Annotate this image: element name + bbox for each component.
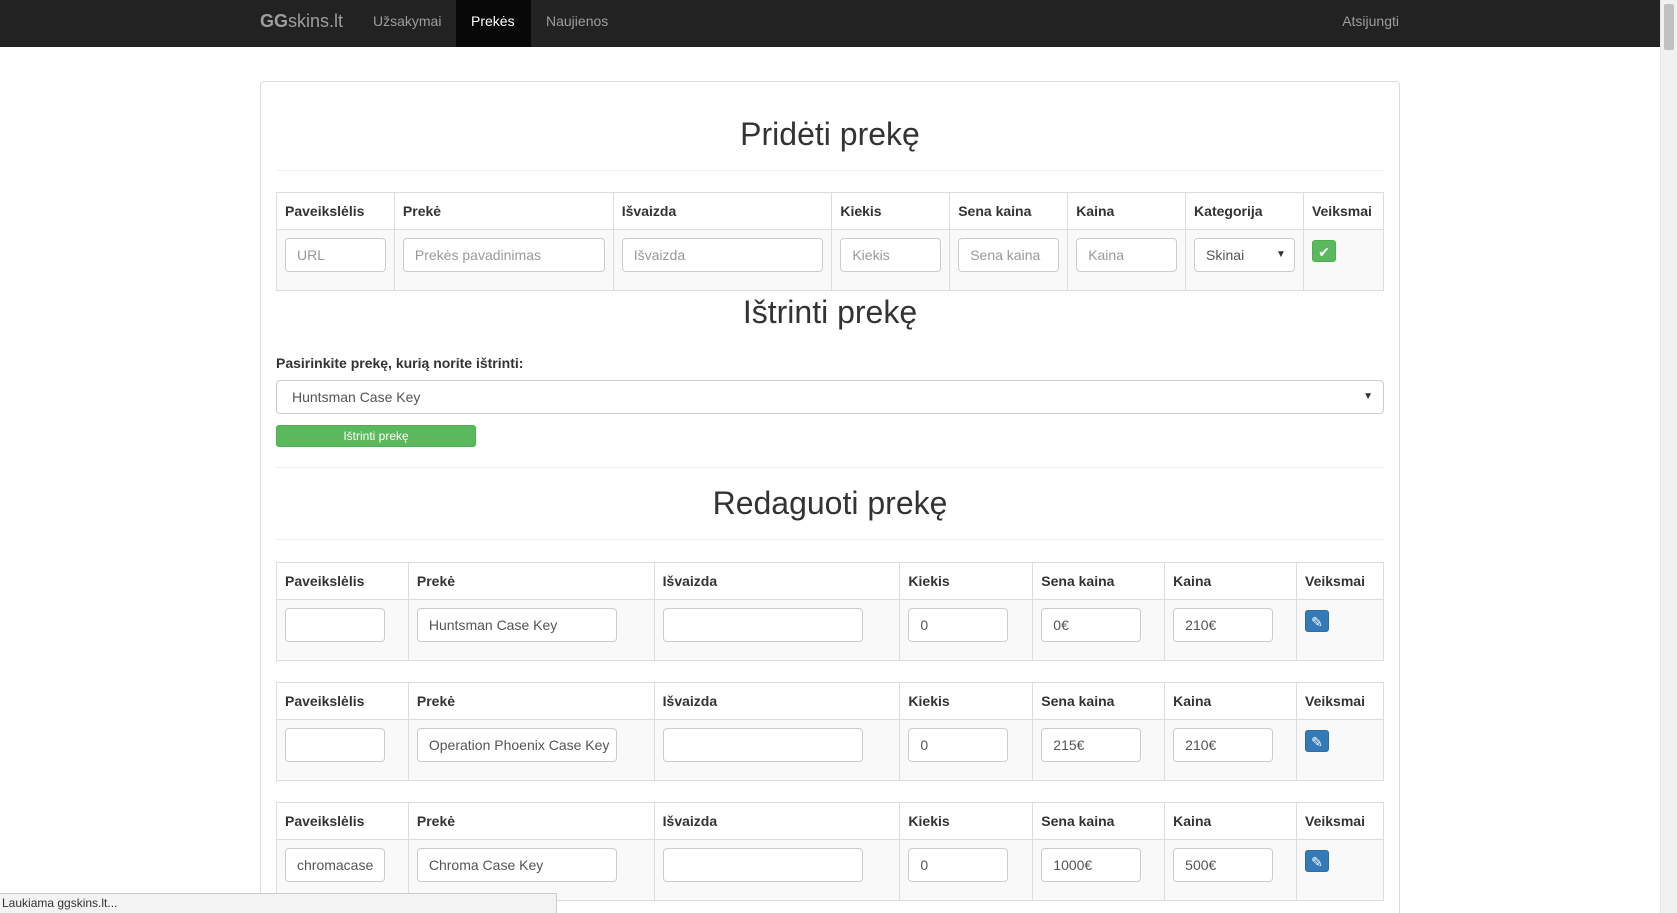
pencil-icon: ✎ bbox=[1311, 734, 1323, 750]
edit-old-price-input[interactable]: 1000€ bbox=[1041, 848, 1142, 882]
add-product-row: URL Prekės pavadinimas Išvaizda Kiekis S… bbox=[276, 229, 1385, 291]
add-product-button[interactable]: ✔ bbox=[1311, 240, 1336, 262]
col-header-appearance: Išvaizda bbox=[612, 192, 833, 230]
col-header-old-price: Sena kaina bbox=[1032, 562, 1166, 600]
col-header-appearance: Išvaizda bbox=[653, 802, 901, 840]
edit-image-input[interactable] bbox=[285, 608, 385, 642]
edit-appearance-input[interactable] bbox=[662, 848, 863, 882]
brand-logo[interactable]: GGskins.lt bbox=[260, 0, 343, 47]
col-header-image: Paveikslėlis bbox=[276, 192, 395, 230]
navbar: GGskins.lt Užsakymai Prekės Naujienos At… bbox=[0, 0, 1660, 47]
caret-down-icon: ▼ bbox=[1276, 249, 1286, 260]
col-header-product: Prekė bbox=[407, 682, 655, 720]
edit-product-button[interactable]: ✎ bbox=[1305, 730, 1330, 752]
col-header-product: Prekė bbox=[393, 192, 614, 230]
col-header-image: Paveikslėlis bbox=[276, 682, 409, 720]
check-icon: ✔ bbox=[1318, 244, 1330, 260]
col-header-image: Paveikslėlis bbox=[276, 562, 409, 600]
col-header-old-price: Sena kaina bbox=[949, 192, 1069, 230]
col-header-category: Kategorija bbox=[1185, 192, 1304, 230]
edit-image-input[interactable]: chromacase bbox=[285, 848, 385, 882]
edit-product-row: chromacase Chroma Case Key 0 1000€ 500€ … bbox=[276, 839, 1384, 901]
divider bbox=[276, 170, 1384, 171]
col-header-appearance: Išvaizda bbox=[653, 562, 901, 600]
scrollbar-thumb[interactable] bbox=[1664, 4, 1674, 50]
col-header-image: Paveikslėlis bbox=[276, 802, 409, 840]
edit-product-button[interactable]: ✎ bbox=[1305, 850, 1330, 872]
col-header-quantity: Kiekis bbox=[899, 682, 1034, 720]
category-select[interactable]: Skinai ▼ bbox=[1194, 238, 1295, 272]
edit-old-price-input[interactable]: 215€ bbox=[1041, 728, 1142, 762]
edit-price-input[interactable]: 210€ bbox=[1173, 728, 1274, 762]
logout-link[interactable]: Atsijungti bbox=[1342, 0, 1399, 47]
edit-quantity-input[interactable]: 0 bbox=[908, 848, 1009, 882]
edit-product-row: Huntsman Case Key 0 0€ 210€ ✎ bbox=[276, 599, 1384, 661]
nav-link-orders[interactable]: Užsakymai bbox=[358, 0, 456, 47]
col-header-old-price: Sena kaina bbox=[1032, 802, 1166, 840]
add-product-table: Paveikslėlis Prekė Išvaizda Kiekis Sena … bbox=[276, 192, 1385, 291]
pencil-icon: ✎ bbox=[1311, 614, 1323, 630]
product-name-input[interactable]: Prekės pavadinimas bbox=[402, 238, 605, 272]
appearance-input[interactable]: Išvaizda bbox=[621, 238, 824, 272]
edit-price-input[interactable]: 500€ bbox=[1173, 848, 1274, 882]
old-price-input[interactable]: Sena kaina bbox=[958, 238, 1060, 272]
col-header-appearance: Išvaizda bbox=[653, 682, 901, 720]
edit-section-title: Redaguoti prekę bbox=[712, 485, 948, 521]
col-header-quantity: Kiekis bbox=[899, 562, 1034, 600]
col-header-actions: Veiksmai bbox=[1296, 802, 1384, 840]
page-scrollbar[interactable] bbox=[1660, 0, 1677, 913]
edit-product-table: Paveikslėlis Prekė Išvaizda Kiekis Sena … bbox=[276, 562, 1384, 661]
divider bbox=[276, 467, 1384, 468]
delete-section-title: Ištrinti prekę bbox=[742, 294, 918, 330]
edit-name-input[interactable]: Operation Phoenix Case Key bbox=[416, 728, 617, 762]
edit-image-input[interactable] bbox=[285, 728, 385, 762]
add-section-title: Pridėti prekę bbox=[740, 116, 920, 152]
edit-product-table: Paveikslėlis Prekė Išvaizda Kiekis Sena … bbox=[276, 682, 1384, 781]
edit-product-table: Paveikslėlis Prekė Išvaizda Kiekis Sena … bbox=[276, 802, 1384, 901]
delete-select-label: Pasirinkite prekę, kurią norite ištrinti… bbox=[276, 355, 524, 371]
col-header-old-price: Sena kaina bbox=[1032, 682, 1166, 720]
caret-down-icon: ▼ bbox=[1363, 391, 1373, 402]
quantity-input[interactable]: Kiekis bbox=[840, 238, 942, 272]
edit-appearance-input[interactable] bbox=[662, 728, 863, 762]
edit-price-input[interactable]: 210€ bbox=[1173, 608, 1274, 642]
col-header-quantity: Kiekis bbox=[899, 802, 1034, 840]
edit-appearance-input[interactable] bbox=[662, 608, 863, 642]
edit-name-input[interactable]: Huntsman Case Key bbox=[416, 608, 617, 642]
admin-panel: Pridėti prekę Paveikslėlis Prekė Išvaizd… bbox=[260, 81, 1400, 913]
nav-link-products[interactable]: Prekės bbox=[456, 0, 531, 47]
price-input[interactable]: Kaina bbox=[1076, 238, 1178, 272]
nav-link-news[interactable]: Naujienos bbox=[531, 0, 623, 47]
col-header-quantity: Kiekis bbox=[831, 192, 951, 230]
edit-product-button[interactable]: ✎ bbox=[1305, 610, 1330, 632]
edit-name-input[interactable]: Chroma Case Key bbox=[416, 848, 617, 882]
divider bbox=[276, 539, 1384, 540]
col-header-actions: Veiksmai bbox=[1302, 192, 1385, 230]
edit-old-price-input[interactable]: 0€ bbox=[1041, 608, 1142, 642]
delete-product-select[interactable]: Huntsman Case Key ▼ bbox=[276, 380, 1384, 414]
col-header-price: Kaina bbox=[1164, 682, 1298, 720]
col-header-price: Kaina bbox=[1164, 802, 1298, 840]
browser-status-bar: Laukiama ggskins.lt... bbox=[0, 893, 557, 913]
edit-product-row: Operation Phoenix Case Key 0 215€ 210€ ✎ bbox=[276, 719, 1384, 781]
pencil-icon: ✎ bbox=[1311, 854, 1323, 870]
edit-quantity-input[interactable]: 0 bbox=[908, 608, 1009, 642]
col-header-price: Kaina bbox=[1067, 192, 1187, 230]
delete-product-button[interactable]: Ištrinti prekę bbox=[276, 425, 476, 447]
edit-quantity-input[interactable]: 0 bbox=[908, 728, 1009, 762]
col-header-price: Kaina bbox=[1164, 562, 1298, 600]
col-header-product: Prekė bbox=[407, 802, 655, 840]
image-url-input[interactable]: URL bbox=[285, 238, 386, 272]
col-header-product: Prekė bbox=[407, 562, 655, 600]
col-header-actions: Veiksmai bbox=[1296, 562, 1384, 600]
col-header-actions: Veiksmai bbox=[1296, 682, 1384, 720]
